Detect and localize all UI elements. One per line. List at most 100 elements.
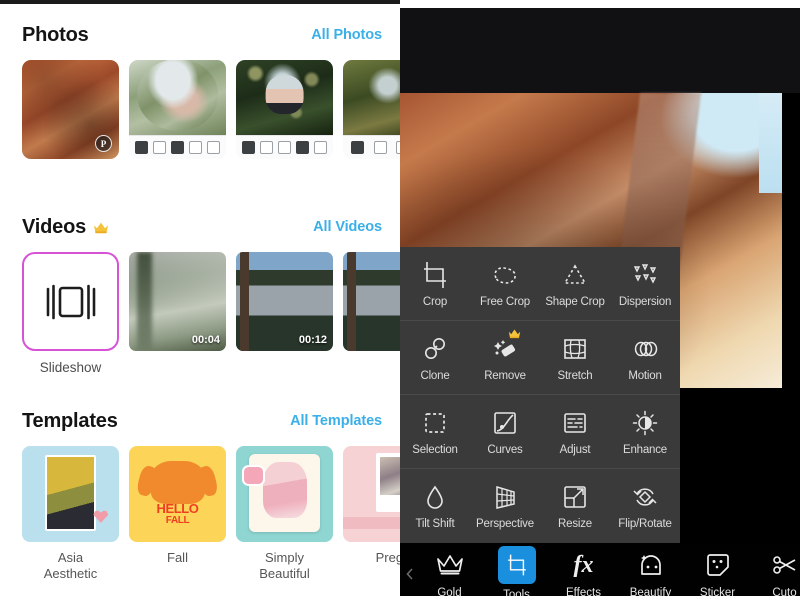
bottom-nav: Gold Tools fx Effects: [400, 543, 800, 596]
video-thumb[interactable]: 00:12: [236, 252, 333, 351]
crown-svg-icon: [436, 553, 464, 577]
tool-label: Tilt Shift: [415, 518, 454, 530]
nav-label: Cuto: [772, 587, 796, 596]
sky-patch-art: [759, 93, 782, 193]
tool-enhance[interactable]: Enhance: [610, 395, 680, 468]
motion-icon: [630, 334, 660, 364]
photo-thumb[interactable]: [343, 60, 400, 159]
tool-crop[interactable]: Crop: [400, 247, 470, 320]
tool-dispersion[interactable]: Dispersion: [610, 247, 680, 320]
tool-glyph-icon: [278, 141, 291, 154]
tool-selection[interactable]: Selection: [400, 395, 470, 468]
video-duration: 00:04: [192, 334, 220, 346]
videos-header: Videos All Videos: [0, 212, 400, 242]
tool-glyph-icon: [189, 141, 202, 154]
crown-icon: [433, 548, 467, 582]
template-card[interactable]: Pregr: [343, 446, 400, 582]
face-svg-icon: [637, 552, 665, 578]
slideshow-cell[interactable]: Slideshow: [22, 252, 119, 375]
templates-title: Templates: [22, 410, 118, 433]
slideshow-card[interactable]: [22, 252, 119, 351]
photo-thumb[interactable]: [236, 60, 333, 159]
tool-remove[interactable]: Remove: [470, 321, 540, 394]
flip-rotate-icon: [630, 482, 660, 512]
enhance-icon: [630, 408, 660, 438]
tools-row: Clone: [400, 321, 680, 395]
video-thumb[interactable]: 00:04: [129, 252, 226, 351]
all-videos-link[interactable]: All Videos: [313, 219, 382, 235]
editor-viewport: Crop Free Crop Shape Crop: [400, 8, 800, 596]
nav-item-beautify[interactable]: Beautify: [617, 548, 684, 596]
tool-curves[interactable]: Curves: [470, 395, 540, 468]
tool-label: Motion: [628, 370, 661, 382]
crop-icon: [498, 546, 536, 584]
crown-svg-icon: [93, 221, 109, 234]
template-card[interactable]: Simply Beautiful: [236, 446, 333, 582]
videos-row: Slideshow 00:04 00:12: [0, 252, 400, 375]
video-duration: 00:12: [299, 334, 327, 346]
tool-shape-crop[interactable]: Shape Crop: [540, 247, 610, 320]
template-caption-line1: Fall: [129, 550, 226, 566]
nav-item-effects[interactable]: fx Effects: [550, 548, 617, 596]
tool-glyph-icon: [135, 141, 148, 154]
tool-label: Flip/Rotate: [618, 518, 671, 530]
section-templates: Templates All Templates Asia Aesthetic: [0, 406, 400, 582]
photo-thumb[interactable]: P: [22, 60, 119, 159]
template-card[interactable]: Asia Aesthetic: [22, 446, 119, 582]
all-templates-link[interactable]: All Templates: [290, 413, 382, 429]
free-crop-icon: [490, 260, 520, 290]
nav-item-sticker[interactable]: Sticker: [684, 548, 751, 596]
tool-label: Curves: [487, 444, 522, 456]
template-caption-line2: Aesthetic: [22, 566, 119, 582]
canvas-letterbox-top: [400, 8, 800, 93]
template-card[interactable]: HELLO FALL Fall: [129, 446, 226, 582]
crop-icon: [420, 260, 450, 290]
tool-glyph-icon: [207, 141, 220, 154]
tool-label: Shape Crop: [545, 296, 604, 308]
template-caption: Asia Aesthetic: [22, 550, 119, 582]
tool-label: Adjust: [560, 444, 591, 456]
tool-clone[interactable]: Clone: [400, 321, 470, 394]
shape-crop-icon: [560, 260, 590, 290]
fx-icon: fx: [567, 548, 601, 582]
crop-svg-icon: [505, 553, 529, 577]
circular-crop-art: [137, 60, 218, 131]
photo-thumb[interactable]: [129, 60, 226, 159]
nav-item-gold[interactable]: Gold: [416, 548, 483, 596]
gold-crown-icon: [93, 221, 109, 234]
stretch-icon: [560, 334, 590, 364]
templates-row: Asia Aesthetic HELLO FALL Fall: [0, 446, 400, 582]
nav-label: Tools: [503, 589, 530, 596]
tool-perspective[interactable]: Perspective: [470, 469, 540, 543]
template-art-pregnancy: [343, 446, 400, 542]
tool-motion[interactable]: Motion: [610, 321, 680, 394]
nav-item-cutout[interactable]: Cuto: [751, 548, 800, 596]
template-art-simply-beautiful: [236, 446, 333, 542]
screenshot-root: Photos All Photos P: [0, 0, 800, 606]
chevron-left-icon: [406, 568, 413, 580]
template-color-band: [343, 517, 400, 529]
nav-label: Gold: [437, 587, 461, 596]
tool-flip-rotate[interactable]: Flip/Rotate: [610, 469, 680, 543]
tool-stretch[interactable]: Stretch: [540, 321, 610, 394]
inapp-toolbar-strip: [129, 135, 226, 159]
nav-label: Sticker: [700, 587, 735, 596]
tool-label: Perspective: [476, 518, 534, 530]
fall-art-text: HELLO FALL: [129, 503, 226, 527]
video-thumb[interactable]: [343, 252, 400, 351]
template-inner-photo: [45, 455, 95, 532]
tool-label: Stretch: [557, 370, 592, 382]
tool-resize[interactable]: Resize: [540, 469, 610, 543]
selection-icon: [420, 408, 450, 438]
nav-scroll-left-icon[interactable]: [404, 567, 414, 581]
tool-free-crop[interactable]: Free Crop: [470, 247, 540, 320]
tool-label: Free Crop: [480, 296, 530, 308]
template-caption: Pregr: [343, 550, 400, 566]
tool-adjust[interactable]: Adjust: [540, 395, 610, 468]
all-photos-link[interactable]: All Photos: [311, 27, 382, 43]
picsart-badge-icon: P: [95, 135, 112, 152]
nav-item-tools[interactable]: Tools: [483, 546, 550, 596]
tool-tilt-shift[interactable]: Tilt Shift: [400, 469, 470, 543]
face-icon: [634, 548, 668, 582]
fall-text-line2: FALL: [129, 515, 226, 527]
